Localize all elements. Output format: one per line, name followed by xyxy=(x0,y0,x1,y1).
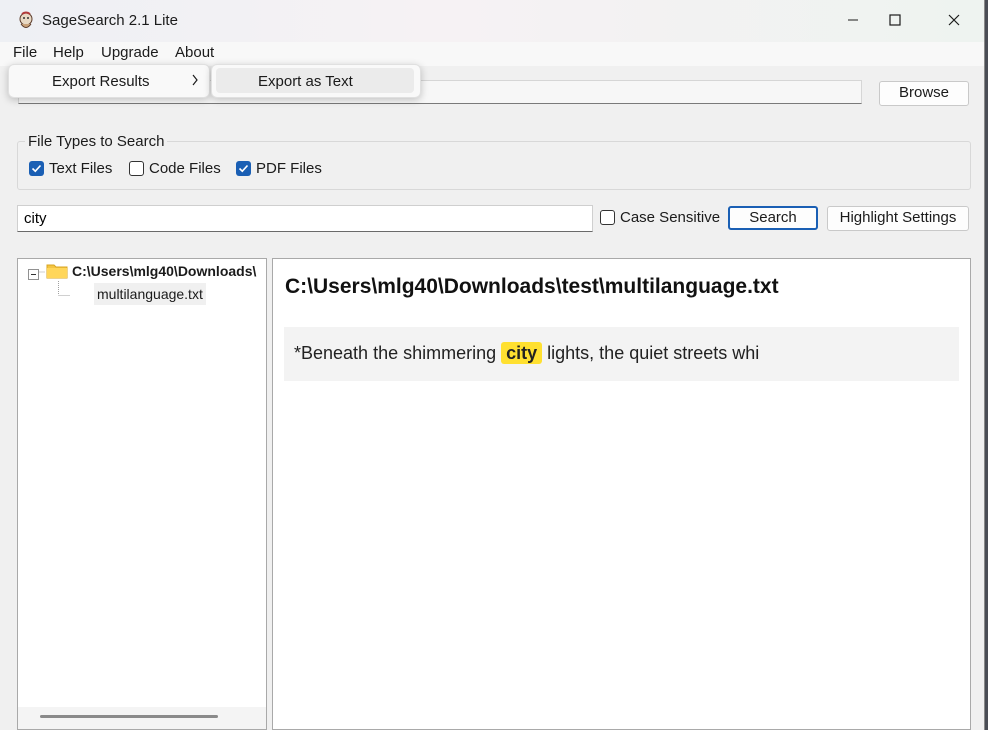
code-files-checkbox[interactable] xyxy=(129,161,144,176)
result-file-path: C:\Users\mlg40\Downloads\test\multilangu… xyxy=(285,275,779,298)
minimize-icon xyxy=(847,13,859,30)
app-window: SageSearch 2.1 Lite File Help Upgrade Ab… xyxy=(0,0,985,730)
search-query-field[interactable] xyxy=(17,205,593,232)
window-title: SageSearch 2.1 Lite xyxy=(42,12,178,29)
case-sensitive-checkbox[interactable] xyxy=(600,210,615,225)
text-files-label[interactable]: Text Files xyxy=(49,160,112,177)
tree-root-folder[interactable]: C:\Users\mlg40\Downloads\ xyxy=(72,263,256,279)
close-button[interactable] xyxy=(925,0,983,42)
menu-item-export-as-text[interactable]: Export as Text xyxy=(258,73,353,90)
results-tree[interactable]: C:\Users\mlg40\Downloads\ multilanguage.… xyxy=(17,258,267,730)
menu-bar: File Help Upgrade About xyxy=(0,42,984,66)
text-files-checkbox[interactable] xyxy=(29,161,44,176)
code-files-label[interactable]: Code Files xyxy=(149,160,221,177)
snippet-after: lights, the quiet streets whi xyxy=(542,343,760,363)
export-submenu: Export as Text xyxy=(211,64,421,98)
maximize-icon xyxy=(889,13,901,30)
menu-about[interactable]: About xyxy=(173,44,216,61)
menu-upgrade[interactable]: Upgrade xyxy=(99,44,161,61)
scrollbar-thumb[interactable] xyxy=(40,715,218,718)
tree-item-file[interactable]: multilanguage.txt xyxy=(94,283,206,305)
file-menu-dropdown: Export Results xyxy=(8,64,210,98)
maximize-button[interactable] xyxy=(866,0,924,42)
snippet-text: *Beneath the shimmering city lights, the… xyxy=(294,342,760,364)
close-icon xyxy=(948,13,960,30)
results-view: C:\Users\mlg40\Downloads\test\multilangu… xyxy=(272,258,971,730)
highlight-settings-button[interactable]: Highlight Settings xyxy=(827,206,969,231)
file-types-title: File Types to Search xyxy=(25,133,168,150)
search-query-input[interactable] xyxy=(18,206,564,230)
browse-button[interactable]: Browse xyxy=(879,81,969,106)
case-sensitive-label[interactable]: Case Sensitive xyxy=(620,209,720,226)
pdf-files-label[interactable]: PDF Files xyxy=(256,160,322,177)
menu-item-export-results[interactable]: Export Results xyxy=(52,73,150,90)
pdf-files-checkbox[interactable] xyxy=(236,161,251,176)
title-bar: SageSearch 2.1 Lite xyxy=(0,0,984,42)
search-button[interactable]: Search xyxy=(728,206,818,230)
result-snippet: *Beneath the shimmering city lights, the… xyxy=(284,327,959,381)
tree-horizontal-scrollbar[interactable] xyxy=(18,707,266,729)
menu-file[interactable]: File xyxy=(11,44,39,61)
snippet-before: *Beneath the shimmering xyxy=(294,343,502,363)
checkbox-checked-icon xyxy=(238,164,249,173)
checkbox-checked-icon xyxy=(31,164,42,173)
match-highlight: city xyxy=(501,342,543,364)
folder-icon xyxy=(46,262,68,284)
app-icon xyxy=(16,11,36,31)
menu-help[interactable]: Help xyxy=(51,44,86,61)
chevron-right-icon xyxy=(191,73,199,90)
